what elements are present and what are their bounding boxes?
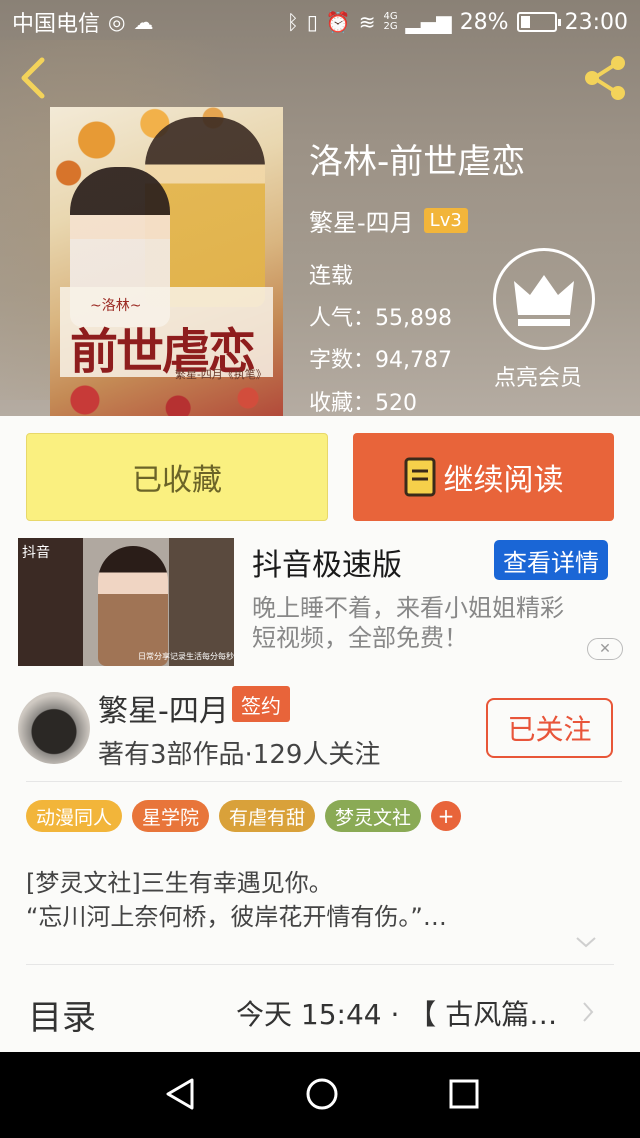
book-header: 中国电信 ◎ ☁ ᛒ ▯ ⏰ ≋ 4G 2G ▂▄▆ 28% 23:00 ~洛林… xyxy=(0,0,640,416)
chevron-down-icon xyxy=(576,937,596,948)
author-name[interactable]: 繁星-四月 xyxy=(309,203,414,238)
tag-item[interactable]: 动漫同人 xyxy=(26,800,123,832)
toc-label[interactable]: 目录 xyxy=(28,990,96,1039)
circle-home-icon xyxy=(306,1078,338,1110)
tiktok-logo-icon: 抖音 xyxy=(22,545,50,561)
status-bar: 中国电信 ◎ ☁ ᛒ ▯ ⏰ ≋ 4G 2G ▂▄▆ 28% 23:00 xyxy=(0,0,640,44)
author-info: 著有3部作品·129人关注 xyxy=(98,740,381,770)
word-count-stat: 字数：94,787 xyxy=(309,348,452,373)
synopsis-line: [梦灵文社]三生有幸遇见你。 xyxy=(26,869,333,897)
nav-back-button[interactable] xyxy=(160,1074,200,1114)
author-avatar[interactable] xyxy=(18,692,90,764)
signal-icon: ▂▄▆ xyxy=(405,10,452,34)
location-icon: ◎ xyxy=(108,10,126,34)
carrier-label: 中国电信 xyxy=(12,12,101,37)
alarm-icon: ⏰ xyxy=(325,10,351,34)
divider xyxy=(26,781,622,782)
triangle-back-icon xyxy=(166,1078,194,1110)
expand-synopsis-button[interactable] xyxy=(574,934,598,950)
collected-button[interactable]: 已收藏 xyxy=(26,433,328,521)
tag-list: 动漫同人 星学院 有虐有甜 梦灵文社 + xyxy=(26,800,462,832)
share-icon xyxy=(585,56,625,100)
ad-description[interactable]: 晚上睡不着，来看小姐姐精彩 短视频，全部免费！ xyxy=(252,593,612,653)
follow-button[interactable]: 已关注 xyxy=(486,698,613,758)
author-level-badge: Lv3 xyxy=(423,208,468,233)
battery-icon xyxy=(516,12,561,32)
square-recents-icon xyxy=(449,1079,479,1109)
popularity-stat: 人气：55,898 xyxy=(309,306,452,331)
book-icon xyxy=(404,457,435,497)
ad-image-caption: 日常分享记录生活每分每秒 xyxy=(138,652,234,661)
divider xyxy=(26,964,614,965)
synopsis[interactable]: [梦灵文社]三生有幸遇见你。 “忘川河上奈何桥，彼岸花开情有伤。”… xyxy=(26,866,447,934)
back-arrow-icon xyxy=(21,57,45,99)
battery-percent: 28% xyxy=(459,9,509,35)
cloud-icon: ☁ xyxy=(133,10,154,34)
tag-item[interactable]: 星学院 xyxy=(132,800,210,832)
serial-status: 连载 xyxy=(309,264,354,289)
continue-reading-button[interactable]: 继续阅读 xyxy=(353,433,614,521)
nav-recents-button[interactable] xyxy=(444,1074,484,1114)
ad-detail-button[interactable]: 查看详情 xyxy=(494,540,608,580)
vibrate-icon: ▯ xyxy=(306,10,318,34)
chevron-right-icon xyxy=(583,1002,594,1022)
toc-open-button[interactable] xyxy=(580,1000,596,1024)
author-row: 繁星-四月 Lv3 xyxy=(309,203,468,238)
system-nav-bar xyxy=(0,1052,640,1138)
back-button[interactable] xyxy=(14,54,54,102)
nav-home-button[interactable] xyxy=(302,1074,342,1114)
vip-button[interactable] xyxy=(493,248,595,350)
clock: 23:00 xyxy=(564,9,628,35)
add-tag-button[interactable]: + xyxy=(431,801,462,831)
vip-label[interactable]: 点亮会员 xyxy=(494,360,582,392)
synopsis-line: “忘川河上奈何桥，彼岸花开情有伤。”… xyxy=(26,903,447,931)
ad-image[interactable]: 抖音 日常分享记录生活每分每秒 xyxy=(18,538,234,666)
share-button[interactable] xyxy=(580,54,630,102)
book-cover[interactable]: ~洛林~ 前世虐恋 繁星-四月《执笔》 xyxy=(50,107,283,416)
ad-close-button[interactable]: ✕ xyxy=(587,638,623,660)
ad-title[interactable]: 抖音极速版 xyxy=(252,540,402,584)
continue-reading-label: 继续阅读 xyxy=(443,463,564,498)
book-title: 洛林-前世虐恋 xyxy=(309,142,526,182)
latest-chapter[interactable]: 今天 15:44 · 【 古风篇… xyxy=(236,993,557,1033)
favorites-stat: 收藏：520 xyxy=(309,391,418,416)
network-type: 4G 2G xyxy=(383,11,398,32)
author-card-name[interactable]: 繁星-四月 xyxy=(98,686,229,730)
close-icon: ✕ xyxy=(599,641,611,657)
wifi-icon: ≋ xyxy=(358,10,376,34)
tag-item[interactable]: 有虐有甜 xyxy=(219,800,316,832)
tag-item[interactable]: 梦灵文社 xyxy=(325,800,422,832)
signed-badge: 签约 xyxy=(232,686,290,722)
bluetooth-icon: ᛒ xyxy=(286,10,299,34)
crown-icon xyxy=(514,275,574,326)
